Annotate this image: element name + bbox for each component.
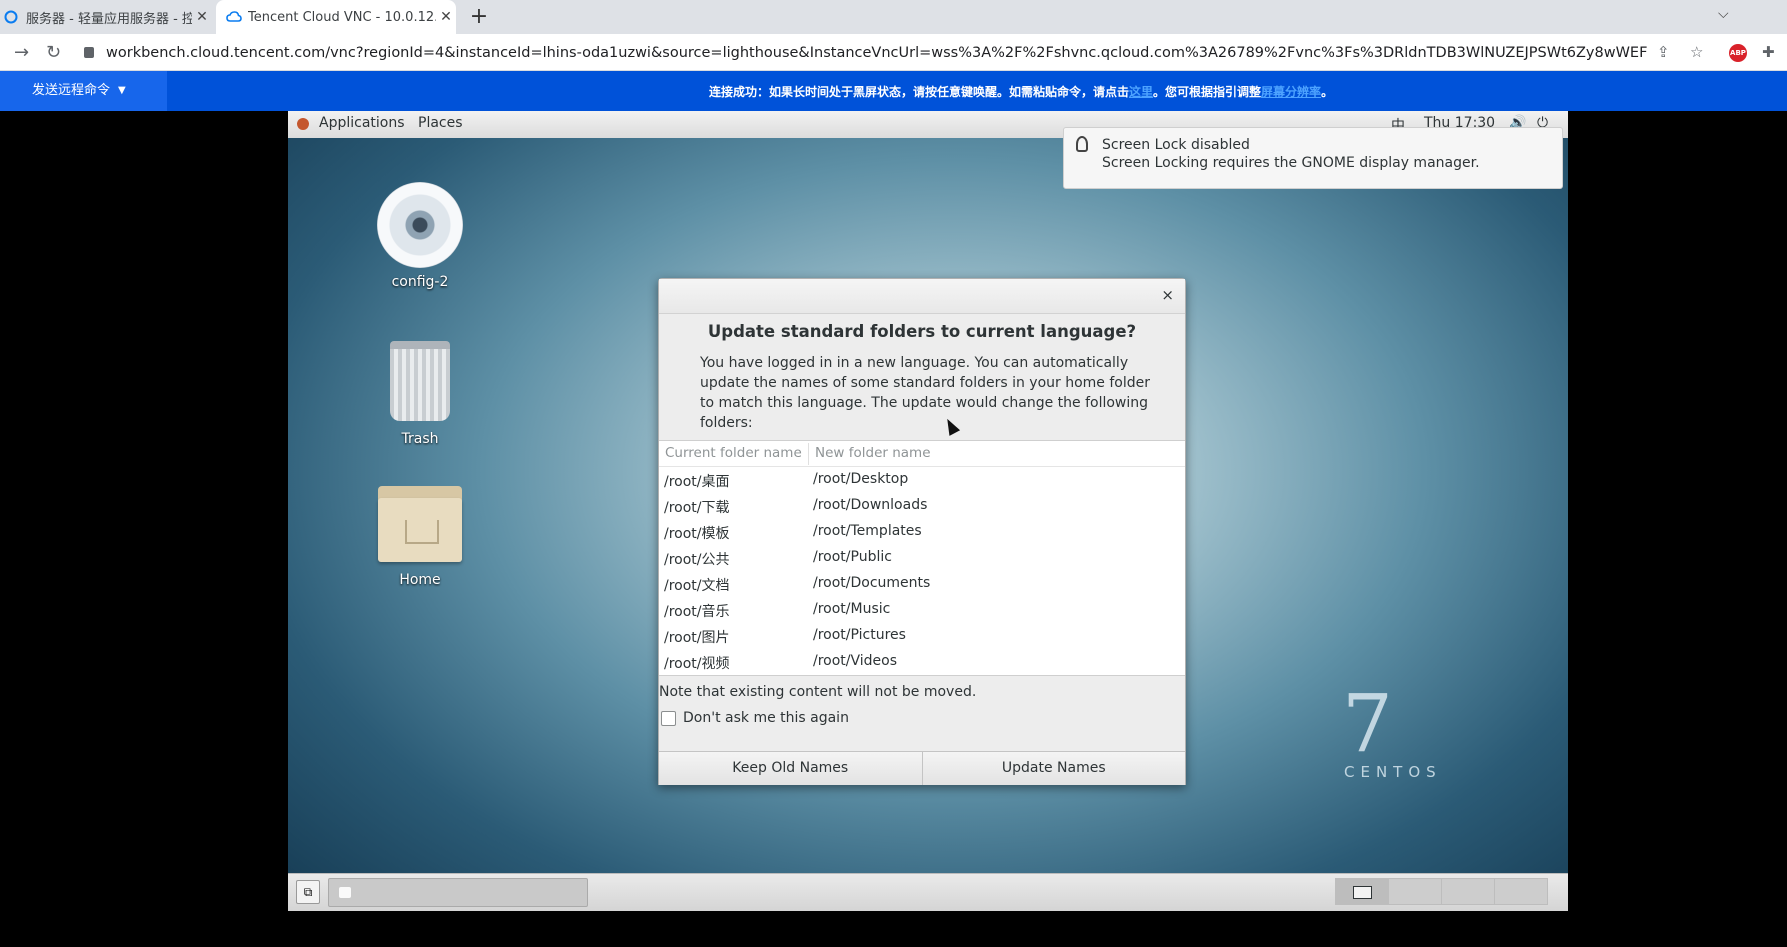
desktop-icon-label: Home <box>399 572 441 588</box>
tencent-cloud-icon <box>4 10 18 24</box>
current-folder-cell: /root/文档 <box>664 578 730 594</box>
trash-icon <box>390 341 450 421</box>
workspace-3[interactable] <box>1441 878 1495 905</box>
notice-text: 。您可根据指引调整 <box>1153 85 1262 99</box>
close-tab-icon[interactable]: ✕ <box>436 9 456 25</box>
table-row[interactable]: /root/下载/root/Downloads <box>659 493 1185 519</box>
new-folder-cell: /root/Documents <box>813 575 931 591</box>
screen-lock-notification[interactable]: Screen Lock disabled Screen Locking requ… <box>1063 127 1563 189</box>
current-folder-cell: /root/视频 <box>664 656 730 672</box>
desktop-icon-home[interactable]: Home <box>360 482 480 588</box>
desktop-icon-trash[interactable]: Trash <box>360 341 480 447</box>
window-icon <box>339 887 351 898</box>
applications-menu[interactable]: Applications <box>319 115 405 131</box>
table-row[interactable]: /root/文档/root/Documents <box>659 571 1185 597</box>
current-folder-cell: /root/音乐 <box>664 604 730 620</box>
current-folder-cell: /root/公共 <box>664 552 730 568</box>
new-folder-cell: /root/Desktop <box>813 471 909 487</box>
notification-title: Screen Lock disabled <box>1102 137 1250 153</box>
connection-notice: 连接成功：如果长时间处于黑屏状态，请按任意键唤醒。如需粘贴命令，请点击这里。您可… <box>709 83 1333 100</box>
dialog-heading: Update standard folders to current langu… <box>707 322 1137 341</box>
remote-desktop[interactable]: Applications Places 中 Thu 17:30 🔊 ⏻ conf… <box>288 111 1568 911</box>
optical-disc-icon <box>377 182 463 268</box>
home-folder-icon <box>378 482 462 564</box>
show-desktop-icon[interactable]: ⧉ <box>296 880 320 904</box>
current-folder-cell: /root/模板 <box>664 526 730 542</box>
chevron-down-icon[interactable]: ⌵ <box>1718 6 1729 22</box>
new-folder-cell: /root/Public <box>813 549 892 565</box>
tab-title: 服务器 - 轻量应用服务器 - 控制台 <box>26 11 192 27</box>
dialog-button-row: Keep Old Names Update Names <box>659 751 1185 785</box>
dont-ask-checkbox[interactable]: Don't ask me this again <box>661 710 849 726</box>
dialog-description: You have logged in in a new language. Yo… <box>700 355 1151 431</box>
table-row[interactable]: /root/图片/root/Pictures <box>659 623 1185 649</box>
column-header-current[interactable]: Current folder name <box>665 445 802 461</box>
desktop-icon-label: Trash <box>401 431 439 447</box>
table-row[interactable]: /root/模板/root/Templates <box>659 519 1185 545</box>
url-text: workbench.cloud.tencent.com/vnc?regionId… <box>106 45 1648 61</box>
update-names-button[interactable]: Update Names <box>921 752 1185 785</box>
notice-text: 。 <box>1321 85 1334 99</box>
table-row[interactable]: /root/视频/root/Videos <box>659 649 1185 675</box>
gnome-foot-icon <box>297 118 309 130</box>
folder-table: Current folder name New folder name /roo… <box>659 440 1185 676</box>
dialog-note: Note that existing content will not be m… <box>659 684 977 700</box>
column-header-new[interactable]: New folder name <box>815 445 931 461</box>
resolution-link[interactable]: 屏幕分辨率 <box>1261 85 1321 99</box>
checkbox-box[interactable] <box>661 710 676 726</box>
forward-arrow-icon[interactable]: → <box>14 42 29 63</box>
reload-icon[interactable]: ↻ <box>46 42 61 63</box>
window-list-button[interactable] <box>328 878 588 907</box>
current-folder-cell: /root/图片 <box>664 630 730 646</box>
workspace-2[interactable] <box>1388 878 1442 905</box>
notice-text: 连接成功：如果长时间处于黑屏状态，请按任意键唤醒。如需粘贴命令，请点击 <box>709 85 1130 99</box>
dialog-titlebar[interactable]: × <box>659 279 1185 314</box>
desktop-icon-label: config-2 <box>391 274 449 290</box>
cloud-icon <box>226 10 242 24</box>
new-folder-cell: /root/Videos <box>813 653 898 669</box>
paste-help-link[interactable]: 这里 <box>1129 85 1153 99</box>
new-folder-cell: /root/Pictures <box>813 627 906 643</box>
gnome-bottom-panel: ⧉ <box>288 873 1568 911</box>
centos-logo-number: 7 <box>1342 677 1393 770</box>
checkbox-label: Don't ask me this again <box>683 710 849 726</box>
notification-body: Screen Locking requires the GNOME displa… <box>1102 155 1480 171</box>
current-folder-cell: /root/桌面 <box>664 474 730 490</box>
caret-down-icon: ▼ <box>118 85 126 96</box>
send-remote-command-button[interactable]: 发送远程命令 ▼ <box>0 71 167 111</box>
extensions-puzzle-icon[interactable]: ✚ <box>1762 43 1775 61</box>
browser-tab-vnc[interactable]: Tencent Cloud VNC - 10.0.12.14 ✕ <box>216 0 456 34</box>
keep-old-names-button[interactable]: Keep Old Names <box>659 752 922 785</box>
close-tab-icon[interactable]: ✕ <box>192 9 212 25</box>
workspace-4[interactable] <box>1494 878 1548 905</box>
lightbulb-icon <box>1076 136 1088 152</box>
centos-logo-word: CENTOS <box>1344 763 1442 781</box>
table-row[interactable]: /root/音乐/root/Music <box>659 597 1185 623</box>
table-row[interactable]: /root/公共/root/Public <box>659 545 1185 571</box>
vnc-toolbar: 发送远程命令 ▼ 连接成功：如果长时间处于黑屏状态，请按任意键唤醒。如需粘贴命令… <box>0 71 1787 111</box>
current-folder-cell: /root/下载 <box>664 500 730 516</box>
new-tab-button[interactable]: + <box>466 4 492 30</box>
url-field[interactable]: workbench.cloud.tencent.com/vnc?regionId… <box>84 41 1648 65</box>
close-icon[interactable]: × <box>1161 286 1174 304</box>
table-row[interactable]: /root/桌面/root/Desktop <box>659 467 1185 493</box>
workspace-1[interactable] <box>1335 878 1389 905</box>
places-menu[interactable]: Places <box>418 115 463 131</box>
star-icon[interactable]: ☆ <box>1690 43 1703 61</box>
desktop-icon-config-2[interactable]: config-2 <box>360 182 480 290</box>
new-folder-cell: /root/Templates <box>813 523 922 539</box>
new-folder-cell: /root/Music <box>813 601 891 617</box>
browser-tab-server-console[interactable]: 服务器 - 轻量应用服务器 - 控制台 ✕ <box>0 0 212 34</box>
new-folder-cell: /root/Downloads <box>813 497 928 513</box>
table-header: Current folder name New folder name <box>659 441 1185 467</box>
address-bar-row: → ↻ workbench.cloud.tencent.com/vnc?regi… <box>0 34 1787 71</box>
browser-tab-strip: 服务器 - 轻量应用服务器 - 控制台 ✕ Tencent Cloud VNC … <box>0 0 1787 34</box>
send-command-label: 发送远程命令 <box>32 83 111 98</box>
tab-title: Tencent Cloud VNC - 10.0.12.14 <box>248 9 436 25</box>
lock-icon <box>84 46 94 58</box>
share-icon[interactable]: ⇪ <box>1657 43 1670 61</box>
adblock-plus-icon[interactable]: ABP <box>1729 44 1747 62</box>
update-folders-dialog: × Update standard folders to current lan… <box>658 278 1186 785</box>
